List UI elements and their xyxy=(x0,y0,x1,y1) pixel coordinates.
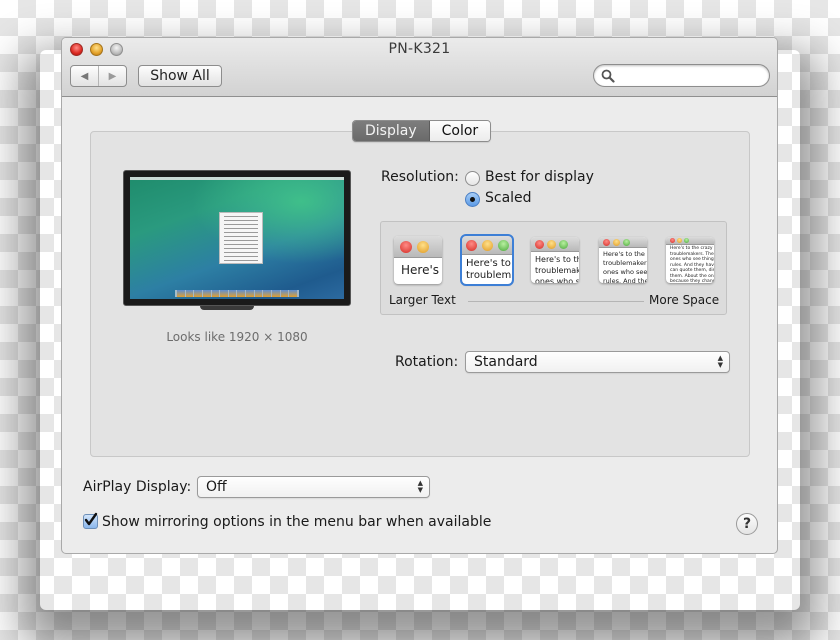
scale-option-5[interactable]: Here's to the crazy one troublemakers. T… xyxy=(666,237,714,283)
checkmark-icon xyxy=(84,512,98,526)
scale-option-3[interactable]: Here's to th troublemak ones who s xyxy=(531,237,579,283)
chevron-left-icon: ◀ xyxy=(80,70,89,82)
mirroring-checkbox-label[interactable]: Show mirroring options in the menu bar w… xyxy=(102,514,491,530)
preview-menubar xyxy=(130,177,344,180)
search-input[interactable] xyxy=(618,67,763,84)
radio-scaled-label[interactable]: Scaled xyxy=(485,190,532,206)
help-button[interactable]: ? xyxy=(736,513,758,535)
chevron-right-icon: ▶ xyxy=(108,70,117,82)
desktop-wallpaper xyxy=(130,177,344,299)
tab-bar: Display Color xyxy=(352,120,492,142)
scale-option-2[interactable]: Here's to troublem xyxy=(460,234,514,286)
radio-best-for-display-label[interactable]: Best for display xyxy=(485,169,594,185)
search-icon xyxy=(601,69,615,83)
airplay-display-select[interactable]: Off ▲ ▼ xyxy=(197,476,430,498)
airplay-display-select-value: Off xyxy=(206,479,227,495)
popup-arrows-icon: ▲ ▼ xyxy=(717,354,723,369)
window-title: PN-K321 xyxy=(388,41,451,57)
rotation-select-value: Standard xyxy=(474,354,538,370)
preview-document-window xyxy=(219,212,263,264)
back-forward-control: ◀ ▶ xyxy=(70,65,127,87)
system-preferences-window: PN-K321 ◀ ▶ Show All Display Color Looks… xyxy=(61,37,778,554)
radio-best-for-display[interactable] xyxy=(465,171,480,186)
scale-option-1[interactable]: Here's xyxy=(394,236,442,284)
mirroring-checkbox[interactable] xyxy=(83,512,98,529)
scale-option-4[interactable]: Here's to the cr troublemakers. ones who… xyxy=(599,237,647,283)
tab-color[interactable]: Color xyxy=(429,121,491,141)
scale-range-line xyxy=(468,301,644,302)
airplay-display-label: AirPlay Display: xyxy=(83,479,192,495)
resolution-label: Resolution: xyxy=(381,169,459,185)
display-preview-image xyxy=(123,170,351,306)
monitor-stand xyxy=(200,306,254,310)
scaling-options-box: Here's Here's to troublem Here's to th t… xyxy=(380,221,727,315)
larger-text-label: Larger Text xyxy=(389,293,456,307)
popup-arrows-icon: ▲ ▼ xyxy=(417,479,423,494)
rotation-select[interactable]: Standard ▲ ▼ xyxy=(465,351,730,373)
tab-display[interactable]: Display xyxy=(353,121,430,141)
preview-dock xyxy=(175,290,299,297)
rotation-label: Rotation: xyxy=(395,354,459,370)
more-space-label: More Space xyxy=(649,293,720,307)
search-field[interactable] xyxy=(593,64,770,87)
show-all-button[interactable]: Show All xyxy=(138,65,222,87)
back-button[interactable]: ◀ xyxy=(71,66,98,86)
resolution-caption: Looks like 1920 × 1080 xyxy=(166,330,308,344)
radio-scaled[interactable] xyxy=(465,192,480,207)
titlebar: PN-K321 ◀ ▶ Show All xyxy=(62,38,777,97)
forward-button[interactable]: ▶ xyxy=(98,66,126,86)
